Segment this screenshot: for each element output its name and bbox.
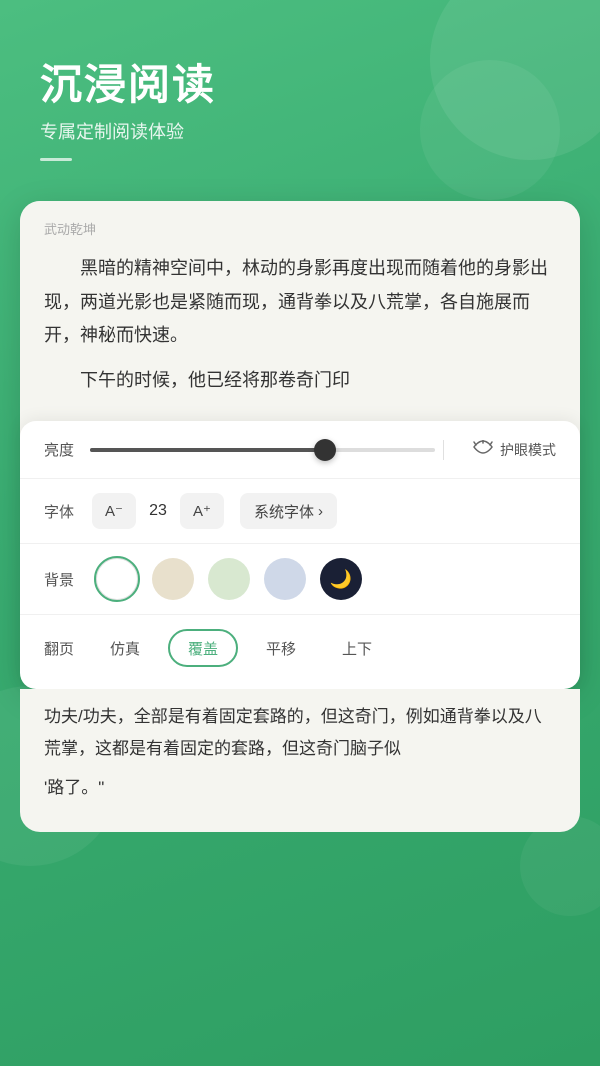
font-type-label: 系统字体: [254, 501, 314, 522]
bottom-paragraph-2: '路了。": [44, 772, 556, 803]
pageturn-options: 仿真 覆盖 平移 上下: [92, 629, 390, 667]
font-decrease-button[interactable]: A⁻: [92, 493, 136, 529]
bg-option-light-green[interactable]: [208, 558, 250, 600]
bg-option-light-blue[interactable]: [264, 558, 306, 600]
bottom-text-area: 功夫/功夫，全部是有着固定套路的，但这奇门，例如通背拳以及八荒掌，这都是有着固定…: [20, 689, 580, 831]
reading-paragraph-1: 黑暗的精神空间中，林动的身影再度出现而随着他的身影出现，两道光影也是紧随而现，通…: [44, 252, 556, 352]
eye-protection-toggle[interactable]: 护眼模式: [472, 440, 556, 460]
font-size-value: 23: [144, 502, 172, 520]
background-options: 🌙: [96, 558, 362, 600]
reading-card: 武动乾坤 黑暗的精神空间中，林动的身影再度出现而随着他的身影出现，两道光影也是紧…: [20, 201, 580, 689]
pageturn-fugai[interactable]: 覆盖: [168, 629, 238, 667]
divider: [443, 440, 444, 460]
book-title: 武动乾坤: [44, 219, 556, 238]
pageturn-label: 翻页: [44, 638, 82, 659]
brightness-label: 亮度: [44, 439, 82, 460]
bg-option-dark[interactable]: 🌙: [320, 558, 362, 600]
background-label: 背景: [44, 569, 82, 590]
font-type-button[interactable]: 系统字体 ›: [240, 493, 337, 529]
eye-icon: [472, 440, 494, 459]
background-row: 背景 🌙: [20, 544, 580, 615]
header: 沉浸阅读 专属定制阅读体验: [0, 0, 600, 181]
eye-protection-label: 护眼模式: [500, 440, 556, 460]
pageturn-row: 翻页 仿真 覆盖 平移 上下: [20, 615, 580, 681]
brightness-slider[interactable]: [90, 448, 435, 452]
pageturn-fanzhen[interactable]: 仿真: [92, 629, 158, 667]
slider-fill: [90, 448, 325, 452]
reading-text: 黑暗的精神空间中，林动的身影再度出现而随着他的身影出现，两道光影也是紧随而现，通…: [44, 252, 556, 397]
brightness-row: 亮度 护眼模式: [20, 421, 580, 479]
settings-panel: 亮度 护眼模式 字体: [20, 421, 580, 689]
bottom-reading-text: 功夫/功夫，全部是有着固定套路的，但这奇门，例如通背拳以及八荒掌，这都是有着固定…: [44, 701, 556, 803]
moon-icon: 🌙: [320, 558, 362, 600]
reading-area: 武动乾坤 黑暗的精神空间中，林动的身影再度出现而随着他的身影出现，两道光影也是紧…: [20, 201, 580, 421]
font-label: 字体: [44, 501, 82, 522]
reading-paragraph-2: 下午的时候，他已经将那卷奇门印: [44, 364, 556, 397]
header-underline: [40, 158, 72, 161]
font-controls: A⁻ 23 A⁺ 系统字体 ›: [92, 493, 337, 529]
slider-thumb[interactable]: [314, 439, 336, 461]
font-increase-button[interactable]: A⁺: [180, 493, 224, 529]
font-type-arrow: ›: [318, 503, 323, 520]
pageturn-pingyi[interactable]: 平移: [248, 629, 314, 667]
bg-option-white[interactable]: [96, 558, 138, 600]
page-title: 沉浸阅读: [40, 60, 560, 110]
bottom-paragraph-1: 功夫/功夫，全部是有着固定套路的，但这奇门，例如通背拳以及八荒掌，这都是有着固定…: [44, 701, 556, 764]
font-row: 字体 A⁻ 23 A⁺ 系统字体 ›: [20, 479, 580, 544]
page-subtitle: 专属定制阅读体验: [40, 118, 560, 144]
bg-option-cream[interactable]: [152, 558, 194, 600]
pageturn-shangxia[interactable]: 上下: [324, 629, 390, 667]
